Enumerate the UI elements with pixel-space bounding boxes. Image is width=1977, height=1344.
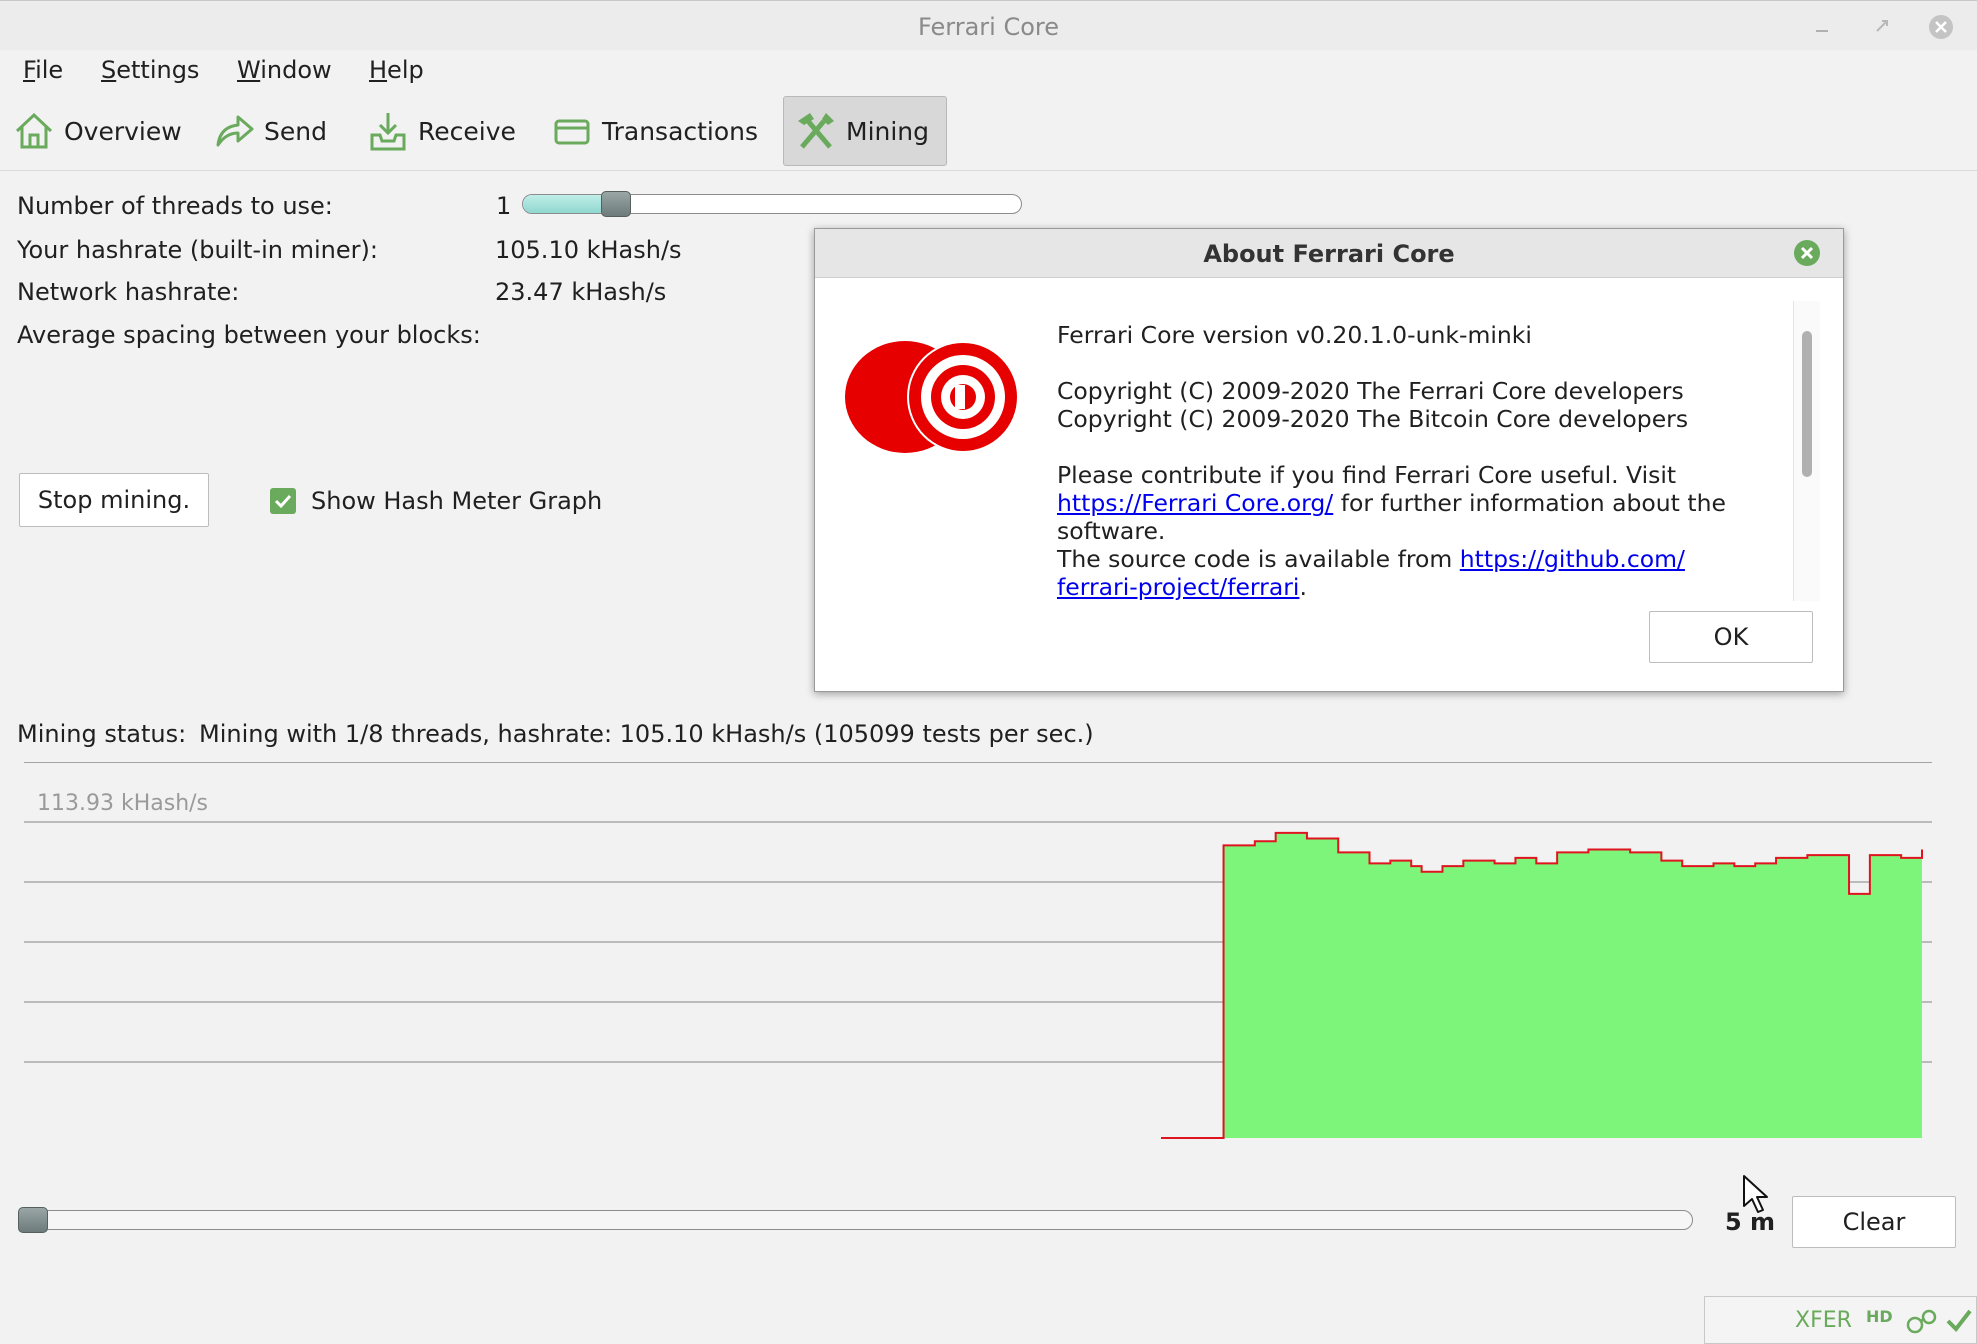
site-link[interactable]: https://Ferrari Core.org/	[1057, 489, 1333, 517]
stop-mining-button[interactable]: Stop mining.	[19, 473, 209, 527]
network-hashrate-label: Network hashrate:	[17, 278, 240, 306]
tab-send-label: Send	[264, 116, 327, 146]
mining-status-value: Mining with 1/8 threads, hashrate: 105.1…	[199, 720, 1094, 748]
hashrate-area	[1161, 832, 1922, 1138]
send-arrow-icon	[216, 115, 254, 147]
about-site-line: https://Ferrari Core.org/ for further in…	[1057, 489, 1726, 517]
tab-receive[interactable]: Receive	[356, 96, 526, 166]
site-after-text: for further information about the	[1333, 489, 1726, 517]
minimize-icon[interactable]	[1810, 14, 1834, 38]
about-scrollbar-thumb[interactable]	[1802, 331, 1812, 477]
window-title: Ferrari Core	[918, 13, 1059, 41]
interval-slider-handle[interactable]	[18, 1207, 48, 1233]
threads-label: Number of threads to use:	[17, 192, 333, 220]
source-link-part2[interactable]: ferrari-project/ferrari	[1057, 573, 1299, 601]
threads-value: 1	[496, 192, 512, 220]
maximize-icon[interactable]	[1870, 14, 1894, 38]
hashrate-label: Your hashrate (built-in miner):	[17, 236, 378, 264]
about-dialog-header[interactable]: About Ferrari Core	[815, 229, 1843, 278]
menu-file[interactable]: File	[23, 56, 63, 84]
about-copyright-ferrari: Copyright (C) 2009-2020 The Ferrari Core…	[1057, 377, 1684, 405]
toolbar: Overview Send Receive Transactions Minin…	[0, 92, 1977, 171]
hash-meter-chart: 113.93 kHash/s	[24, 761, 1932, 1139]
ferrari-logo-icon	[845, 341, 1019, 453]
title-bar[interactable]: Ferrari Core	[0, 0, 1977, 50]
close-icon[interactable]	[1928, 14, 1953, 39]
network-hashrate-value: 23.47 kHash/s	[495, 278, 667, 306]
menu-window[interactable]: Window	[237, 56, 332, 84]
about-dialog: About Ferrari Core Ferrari Core version …	[814, 228, 1844, 692]
tab-overview-label: Overview	[64, 116, 182, 146]
menu-help[interactable]: Help	[369, 56, 424, 84]
dialog-close-icon[interactable]	[1793, 239, 1821, 267]
network-activity-icon	[1906, 1309, 1937, 1334]
tab-send[interactable]: Send	[202, 96, 337, 166]
unit-label[interactable]: XFER	[1795, 1308, 1852, 1333]
about-software: software.	[1057, 517, 1166, 545]
about-dialog-title: About Ferrari Core	[1203, 240, 1455, 268]
show-graph-label: Show Hash Meter Graph	[311, 487, 603, 515]
about-contribute: Please contribute if you find Ferrari Co…	[1057, 461, 1677, 489]
show-graph-checkbox[interactable]	[270, 488, 296, 514]
status-bar: XFER HD	[1704, 1296, 1977, 1344]
threads-slider-handle[interactable]	[600, 191, 631, 217]
tab-mining[interactable]: Mining	[783, 96, 947, 166]
about-source-line-2: ferrari-project/ferrari.	[1057, 573, 1307, 601]
synced-check-icon	[1946, 1309, 1972, 1333]
hd-label: HD	[1866, 1307, 1893, 1326]
tab-mining-label: Mining	[846, 116, 930, 146]
graph-max-label: 113.93 kHash/s	[37, 791, 208, 816]
hash-meter-graph: 113.93 kHash/s	[24, 761, 1932, 1140]
threads-slider[interactable]	[522, 194, 1022, 214]
home-icon	[15, 112, 53, 149]
tab-receive-label: Receive	[418, 116, 516, 146]
interval-slider[interactable]	[18, 1210, 1693, 1230]
menu-settings[interactable]: Settings	[101, 56, 199, 84]
mouse-cursor-icon	[1743, 1175, 1768, 1213]
transactions-icon	[554, 119, 590, 145]
hashrate-value: 105.10 kHash/s	[495, 236, 682, 264]
clear-button[interactable]: Clear	[1792, 1196, 1956, 1248]
hammers-icon	[798, 113, 834, 149]
mining-status-label: Mining status:	[17, 720, 187, 748]
tab-transactions[interactable]: Transactions	[540, 96, 768, 166]
tab-overview[interactable]: Overview	[2, 96, 192, 166]
about-copyright-bitcoin: Copyright (C) 2009-2020 The Bitcoin Core…	[1057, 405, 1689, 433]
menu-bar: File Settings Window Help	[0, 50, 1977, 92]
source-before-text: The source code is available from	[1057, 545, 1460, 573]
checkmark-icon	[274, 494, 292, 509]
block-spacing-label: Average spacing between your blocks:	[17, 321, 481, 349]
ok-button[interactable]: OK	[1649, 611, 1813, 663]
source-link-part1[interactable]: https://github.com/	[1460, 545, 1685, 573]
source-after-text: .	[1299, 573, 1307, 601]
about-source-line: The source code is available from https:…	[1057, 545, 1685, 573]
tab-transactions-label: Transactions	[602, 116, 759, 146]
receive-icon	[370, 113, 406, 151]
about-version: Ferrari Core version v0.20.1.0-unk-minki	[1057, 321, 1532, 349]
about-scrollbar[interactable]	[1793, 301, 1820, 601]
